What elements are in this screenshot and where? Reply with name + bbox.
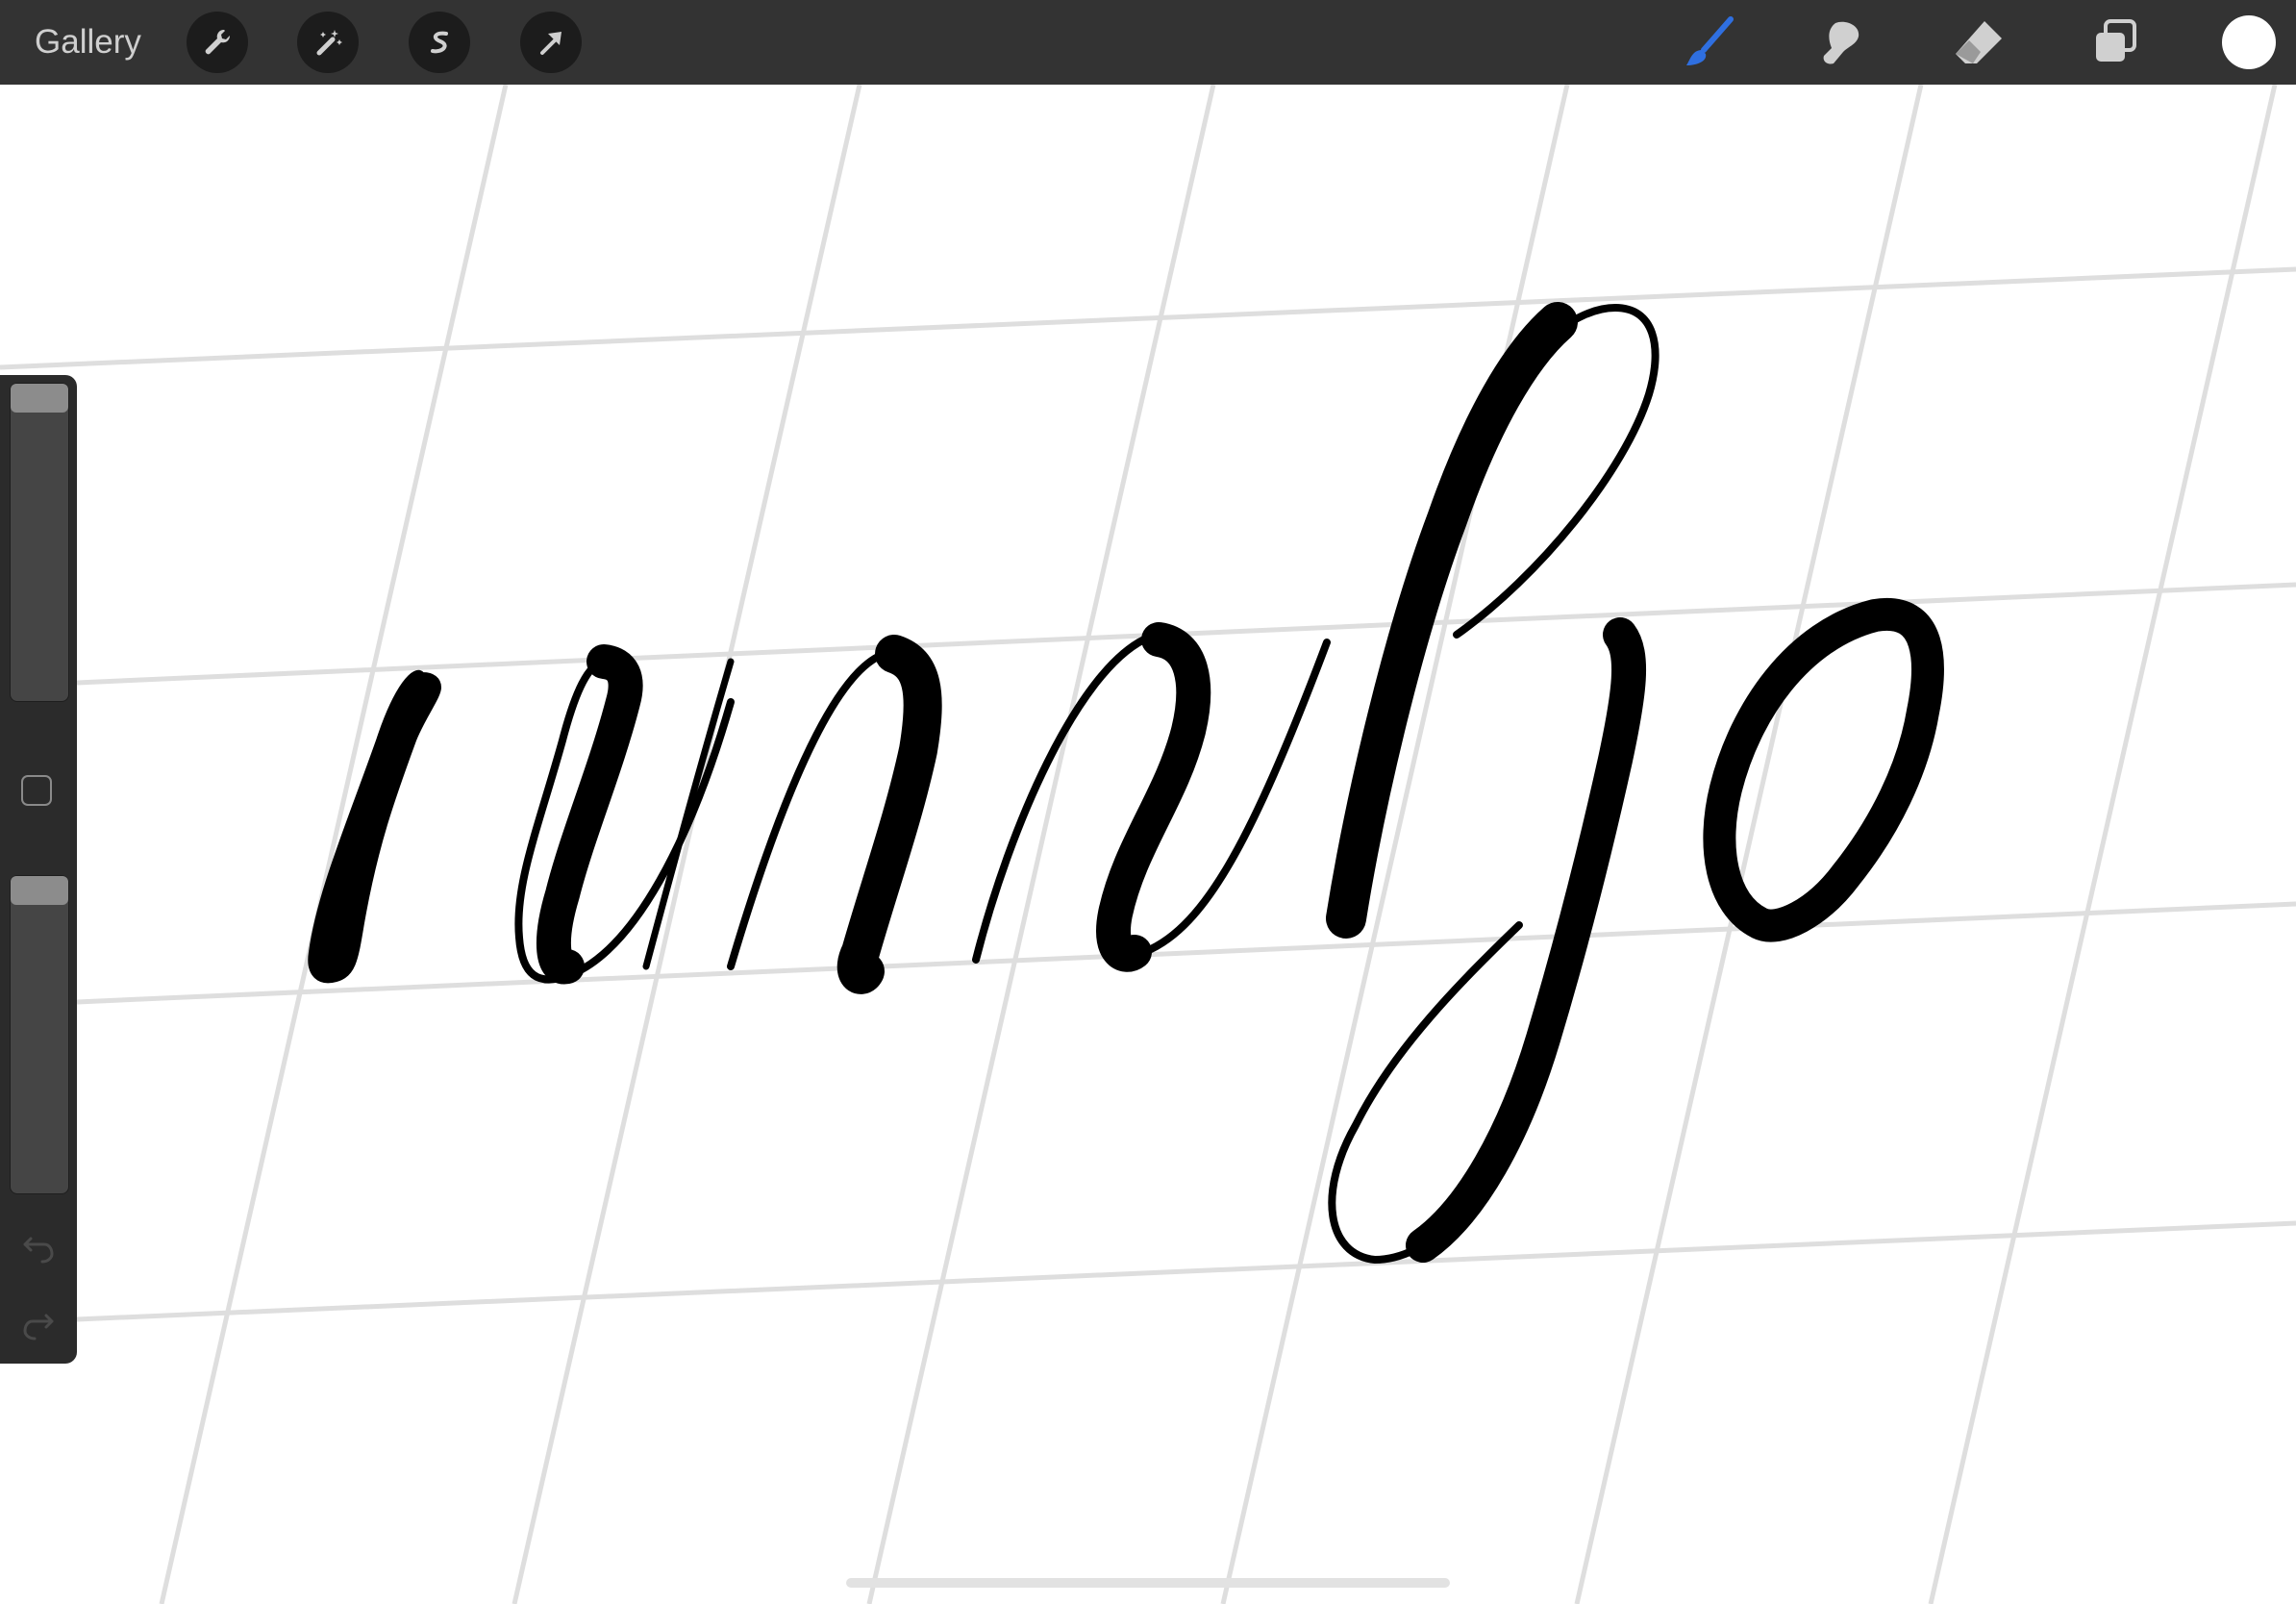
selection-button[interactable] [409,12,470,73]
undo-button[interactable] [19,1229,58,1267]
transform-arrow-icon [540,32,562,55]
brush-opacity-slider[interactable] [10,875,69,1194]
top-toolbar: Gallery [0,0,2296,85]
eraser-icon [1956,21,2002,63]
brush-button[interactable] [1681,13,1738,71]
color-picker-swatch[interactable] [2222,15,2276,69]
home-indicator [846,1578,1450,1588]
smudge-icon [1823,21,1859,64]
eraser-button[interactable] [1950,13,2008,71]
gallery-button[interactable]: Gallery [35,21,141,63]
actions-button[interactable] [187,12,248,73]
brush-sidebar [0,375,77,1364]
brush-icon [1686,16,1734,65]
redo-button[interactable] [19,1306,58,1344]
smudge-button[interactable] [1814,13,1872,71]
brush-size-slider[interactable] [10,383,69,702]
modify-button[interactable] [21,775,52,806]
layers-button[interactable] [2086,13,2144,71]
brush-size-thumb[interactable] [11,384,68,413]
magic-wand-icon [316,30,342,56]
layers-icon [2096,19,2136,62]
wrench-icon [205,29,231,55]
selection-icon [431,31,448,54]
redo-icon [23,1314,54,1341]
transform-button[interactable] [520,12,582,73]
adjustments-button[interactable] [297,12,359,73]
drawing-canvas[interactable] [0,0,2296,1604]
undo-icon [23,1237,54,1264]
brush-opacity-thumb[interactable] [11,876,68,905]
